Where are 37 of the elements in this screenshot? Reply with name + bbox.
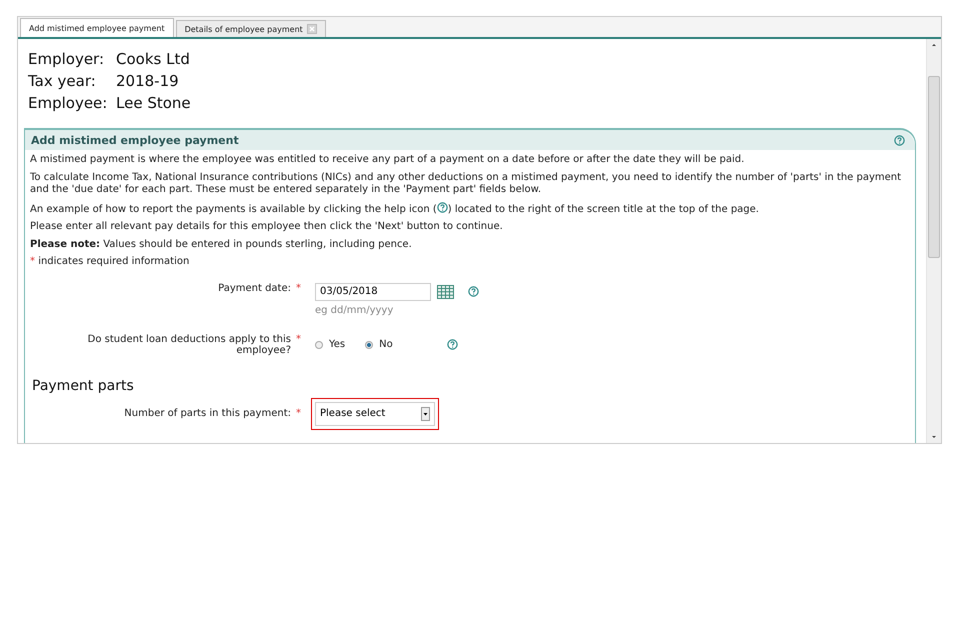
tab[interactable]: Add mistimed employee payment [20,18,174,37]
help-text: Please note: Values should be entered in pounds sterling, including pence. [30,238,413,251]
section-title: Add mistimed employee payment [31,134,239,146]
required-marker: * [296,334,301,346]
scrollbar[interactable] [926,39,941,443]
radio-button[interactable]: No [365,339,393,350]
summary-label: Employee: [28,94,108,114]
help-text: To calculate Income Tax, National Insurance contributions (NICs) and any other deductions on a mistimed payment, you need to identify the number of 'parts' in the payment and the 'due date' for each part. These must be entered separately in the 'Payment part' fields below. [30,172,902,196]
field-label: Number of parts in this payment: [124,408,291,419]
help-icon[interactable] [436,202,448,212]
summary-label: Employer: [28,50,106,70]
calendar-icon[interactable] [437,284,454,298]
date-hint: eg dd/mm/yyyy [315,304,394,316]
required-marker: * [30,256,35,267]
field-label: Payment date: [218,282,291,296]
summary-value: Cooks Ltd [116,50,190,70]
help-icon[interactable] [468,286,479,297]
field-label: Do student loan deductions apply to this employee? [86,334,291,356]
section-heading: Payment parts [32,378,135,394]
help-icon[interactable] [894,134,905,146]
radio-button[interactable]: Yes [315,339,346,350]
summary-label: Tax year: [28,72,97,92]
required-marker: * [296,282,301,296]
summary-value: 2018-19 [116,72,179,92]
required-marker: * [296,408,301,419]
scrollbar-thumb[interactable] [928,76,940,258]
summary-value: Lee Stone [116,94,191,114]
help-text: Please enter all relevant pay details for this employee then click the 'Next' button to continue. [30,221,504,234]
close-icon[interactable] [306,24,317,34]
help-text: ) located to the right of the screen title at the top of the page. [448,204,759,214]
help-icon[interactable] [446,339,458,350]
caret-icon [421,406,430,420]
date-input[interactable]: 03/05/2018 [315,282,431,300]
help-text: An example of how to report the payments is available by clicking the help icon ( [30,204,437,214]
help-text: A mistimed payment is where the employee was entitled to receive any part of a payment on a date before or after the date they will be paid. [30,154,746,166]
required-note: indicates required information [38,256,190,267]
tab[interactable]: Details of employee payment [176,20,326,37]
